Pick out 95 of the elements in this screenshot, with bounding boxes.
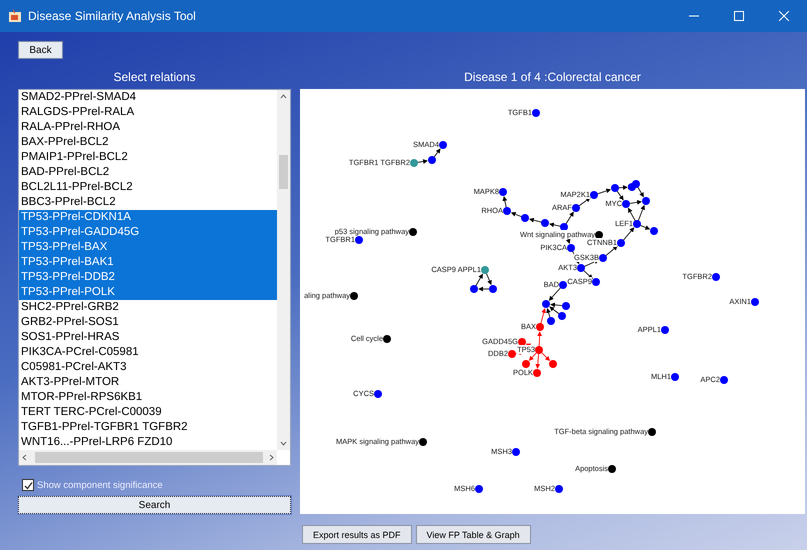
relation-item[interactable]: TGFB1-PPrel-TGFBR1 TGFBR2: [19, 420, 277, 435]
graph-node[interactable]: [559, 281, 567, 289]
graph-node[interactable]: [409, 228, 417, 236]
graph-node[interactable]: [439, 141, 447, 149]
graph-node[interactable]: [617, 239, 625, 247]
horizontal-scrollbar[interactable]: [19, 450, 277, 465]
relation-item[interactable]: TP53-PPrel-GADD45G: [19, 225, 277, 240]
graph-node[interactable]: [355, 236, 363, 244]
graph-node[interactable]: [419, 438, 427, 446]
cup-icon: [8, 9, 22, 23]
graph-node[interactable]: [470, 285, 478, 293]
relation-item[interactable]: TP53-PPrel-POLK: [19, 285, 277, 300]
relation-item[interactable]: MTOR-PPrel-RPS6KB1: [19, 390, 277, 405]
scroll-thumb[interactable]: [279, 155, 288, 189]
graph-node[interactable]: [481, 266, 489, 274]
relation-item[interactable]: SMAD2-PPrel-SMAD4: [19, 90, 277, 105]
panel-heading: Select relations: [112, 68, 197, 86]
scroll-thumb[interactable]: [35, 452, 263, 463]
graph-node[interactable]: [622, 200, 630, 208]
graph-node[interactable]: [475, 485, 483, 493]
graph-node[interactable]: [521, 214, 529, 222]
graph-node[interactable]: [608, 465, 616, 473]
graph-node[interactable]: [590, 191, 598, 199]
scroll-left-icon[interactable]: [22, 454, 27, 461]
graph-node[interactable]: [599, 254, 607, 262]
panel-heading: Disease 1 of 4 :Colorectal cancer: [463, 68, 642, 86]
graph-node[interactable]: [383, 335, 391, 343]
vertical-scrollbar[interactable]: [277, 90, 290, 450]
window-title: Disease Similarity Analysis Tool: [28, 9, 197, 23]
graph-node[interactable]: [633, 220, 641, 228]
graph-node[interactable]: [547, 317, 555, 325]
graph-node[interactable]: [512, 448, 520, 456]
relation-item[interactable]: GRB2-PPrel-SOS1: [19, 315, 277, 330]
graph-node[interactable]: [611, 184, 619, 192]
relation-item[interactable]: SHC2-PPrel-GRB2: [19, 300, 277, 315]
graph-node[interactable]: [535, 346, 543, 354]
graph-node[interactable]: [751, 298, 759, 306]
graph-node[interactable]: [650, 227, 658, 235]
relation-item[interactable]: TERT TERC-PCrel-C00039: [19, 405, 277, 420]
graph-node[interactable]: [632, 180, 640, 188]
graph-node[interactable]: [410, 159, 418, 167]
footer-button[interactable]: Export results as PDF: [302, 525, 412, 544]
graph-node[interactable]: [499, 188, 507, 196]
search-button[interactable]: Search: [18, 496, 291, 514]
relation-item[interactable]: BCL2L11-PPrel-BCL2: [19, 180, 277, 195]
relation-item[interactable]: BAX-PPrel-BCL2: [19, 135, 277, 150]
graph-node[interactable]: [549, 360, 557, 368]
graph-node[interactable]: [532, 109, 540, 117]
back-button[interactable]: Back: [18, 41, 63, 59]
graph-node[interactable]: [720, 376, 728, 384]
relation-item[interactable]: RALGDS-PPrel-RALA: [19, 105, 277, 120]
graph-node[interactable]: [648, 428, 656, 436]
scroll-down-icon[interactable]: [280, 441, 287, 446]
graph-node[interactable]: [428, 156, 436, 164]
close-icon[interactable]: [779, 11, 789, 21]
graph-node[interactable]: [555, 485, 563, 493]
graph-node[interactable]: [374, 390, 382, 398]
relation-item[interactable]: TP53-PPrel-BAX: [19, 240, 277, 255]
relation-item[interactable]: WNT16...-PPrel-LRP6 FZD10: [19, 435, 277, 450]
graph-node[interactable]: [567, 244, 575, 252]
relation-item[interactable]: BBC3-PPrel-BCL2: [19, 195, 277, 210]
graph-node[interactable]: [489, 285, 497, 293]
relation-item[interactable]: TP53-PPrel-CDKN1A: [19, 210, 277, 225]
graph-node[interactable]: [522, 360, 530, 368]
graph-node[interactable]: [503, 207, 511, 215]
footer-button[interactable]: View FP Table & Graph: [416, 525, 531, 544]
graph-node[interactable]: [661, 326, 669, 334]
graph-node[interactable]: [541, 219, 549, 227]
graph-node[interactable]: [562, 302, 570, 310]
checkbox[interactable]: [22, 479, 34, 491]
graph-node[interactable]: [533, 369, 541, 377]
relation-item[interactable]: BAD-PPrel-BCL2: [19, 165, 277, 180]
relation-item[interactable]: SOS1-PPrel-HRAS: [19, 330, 277, 345]
relation-item[interactable]: PIK3CA-PCrel-C05981: [19, 345, 277, 360]
graph-node[interactable]: [712, 273, 720, 281]
checkbox-label: Show component significance: [37, 480, 163, 490]
scroll-up-icon[interactable]: [280, 94, 287, 99]
relation-item[interactable]: PMAIP1-PPrel-BCL2: [19, 150, 277, 165]
graph-node[interactable]: [536, 323, 544, 331]
maximize-icon[interactable]: [734, 11, 744, 21]
graph-node[interactable]: [671, 373, 679, 381]
graph-node[interactable]: [572, 204, 580, 212]
relation-item[interactable]: TP53-PPrel-DDB2: [19, 270, 277, 285]
graph-node[interactable]: [508, 350, 516, 358]
graph-node[interactable]: [542, 300, 550, 308]
relation-item[interactable]: AKT3-PPrel-MTOR: [19, 375, 277, 390]
graph-node[interactable]: [642, 197, 650, 205]
relation-item[interactable]: C05981-PCrel-AKT3: [19, 360, 277, 375]
scroll-right-icon[interactable]: [269, 454, 274, 461]
relation-item[interactable]: RALA-PPrel-RHOA: [19, 120, 277, 135]
graph-node[interactable]: [350, 292, 358, 300]
graph-node[interactable]: [592, 278, 600, 286]
graph-node[interactable]: [558, 312, 566, 320]
graph-node[interactable]: [577, 264, 585, 272]
relation-item[interactable]: TP53-PPrel-BAK1: [19, 255, 277, 270]
